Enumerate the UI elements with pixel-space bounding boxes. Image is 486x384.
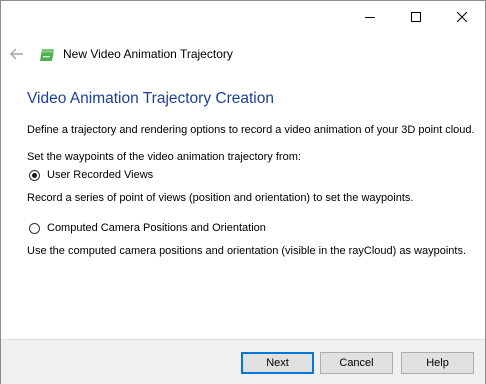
wizard-header: New Video Animation Trajectory: [1, 40, 485, 70]
button-bar: Next Cancel Help: [1, 339, 485, 384]
cancel-button[interactable]: Cancel: [320, 352, 393, 374]
maximize-button[interactable]: [393, 1, 439, 32]
wizard-icon: [39, 48, 55, 62]
page-heading: Video Animation Trajectory Creation: [27, 90, 274, 107]
minimize-icon: [365, 12, 375, 22]
help-button[interactable]: Help: [401, 352, 474, 374]
option-user-recorded-views[interactable]: User Recorded Views: [29, 169, 153, 181]
radio-user-recorded-views[interactable]: [29, 169, 40, 181]
back-arrow-icon[interactable]: [9, 46, 25, 62]
maximize-icon: [411, 11, 421, 22]
title-bar[interactable]: [1, 1, 485, 32]
radio-label[interactable]: User Recorded Views: [47, 169, 153, 181]
waypoints-prompt: Set the waypoints of the video animation…: [27, 151, 301, 163]
wizard-title: New Video Animation Trajectory: [63, 47, 233, 61]
option-computed-camera-positions[interactable]: Computed Camera Positions and Orientatio…: [29, 222, 266, 234]
wizard-window: New Video Animation Trajectory Video Ani…: [0, 0, 486, 384]
radio-computed-camera-positions[interactable]: [29, 222, 40, 234]
radio-label[interactable]: Computed Camera Positions and Orientatio…: [47, 222, 266, 234]
minimize-button[interactable]: [347, 1, 393, 32]
option-description: Use the computed camera positions and or…: [27, 245, 467, 257]
intro-text: Define a trajectory and rendering option…: [27, 124, 475, 136]
close-icon: [457, 11, 467, 22]
close-button[interactable]: [439, 1, 485, 32]
next-button[interactable]: Next: [241, 352, 314, 374]
option-description: Record a series of point of views (posit…: [27, 192, 414, 204]
